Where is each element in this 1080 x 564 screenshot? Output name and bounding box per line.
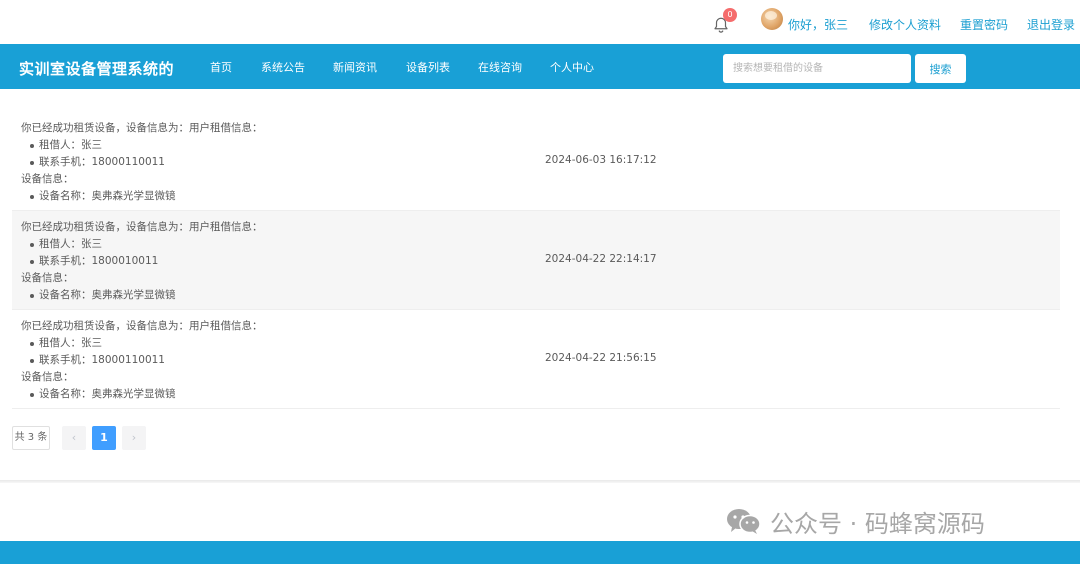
next-page-button[interactable]: ›	[122, 426, 146, 450]
user-greeting: 你好，张三	[788, 18, 849, 32]
rental-record-list: 你已经成功租赁设备，设备信息为：用户租借信息： 租借人：张三 联系手机：1800…	[12, 112, 1060, 409]
record-time: 2024-04-22 21:56:15	[545, 352, 657, 364]
top-user-bar: 0 你好，张三 修改个人资料 重置密码 退出登录	[0, 0, 1080, 44]
watermark-text: 公众号 · 码蜂窝源码	[770, 509, 985, 538]
record-device-name: 设备名称：奥弗森光学显微镜	[21, 188, 1051, 205]
record-borrower: 租借人：张三	[21, 236, 1051, 253]
nav-online-consult[interactable]: 在线咨询	[478, 59, 522, 75]
record-borrower: 租借人：张三	[21, 137, 1051, 154]
footer-bar	[0, 541, 1080, 564]
list-item: 你已经成功租赁设备，设备信息为：用户租借信息： 租借人：张三 联系手机：1800…	[12, 310, 1060, 409]
record-time: 2024-06-03 16:17:12	[545, 154, 657, 166]
list-item: 你已经成功租赁设备，设备信息为：用户租借信息： 租借人：张三 联系手机：1800…	[12, 112, 1060, 211]
nav-personal-center[interactable]: 个人中心	[550, 59, 594, 75]
main-navbar: 实训室设备管理系统的 首页 系统公告 新闻资讯 设备列表 在线咨询 个人中心 搜…	[0, 44, 1080, 89]
record-device-header: 设备信息：	[21, 371, 74, 383]
record-phone: 联系手机：18000110011	[21, 352, 1051, 369]
wechat-icon	[727, 509, 761, 534]
pagination-total: 共 3 条	[12, 426, 50, 450]
record-device-name: 设备名称：奥弗森光学显微镜	[21, 287, 1051, 304]
prev-page-button[interactable]: ‹	[62, 426, 86, 450]
record-phone: 联系手机：1800010011	[21, 253, 1051, 270]
avatar[interactable]	[761, 8, 783, 30]
record-borrower: 租借人：张三	[21, 335, 1051, 352]
record-device-header: 设备信息：	[21, 173, 74, 185]
logout-link[interactable]: 退出登录	[1027, 16, 1075, 33]
search-button[interactable]: 搜索	[915, 54, 966, 83]
edit-profile-link[interactable]: 修改个人资料	[869, 16, 941, 33]
record-phone: 联系手机：18000110011	[21, 154, 1051, 171]
record-headline: 你已经成功租赁设备，设备信息为：用户租借信息：	[21, 320, 263, 332]
page-1-button[interactable]: 1	[92, 426, 116, 450]
content-divider	[0, 480, 1080, 483]
record-headline: 你已经成功租赁设备，设备信息为：用户租借信息：	[21, 122, 263, 134]
record-time: 2024-04-22 22:14:17	[545, 253, 657, 265]
nav-news[interactable]: 新闻资讯	[333, 59, 377, 75]
notification-badge: 0	[723, 8, 737, 22]
reset-password-link[interactable]: 重置密码	[960, 16, 1008, 33]
nav-device-list[interactable]: 设备列表	[406, 59, 450, 75]
record-device-name: 设备名称：奥弗森光学显微镜	[21, 386, 1051, 403]
search-input[interactable]	[723, 54, 911, 83]
record-headline: 你已经成功租赁设备，设备信息为：用户租借信息：	[21, 221, 263, 233]
nav-home[interactable]: 首页	[210, 59, 232, 75]
watermark: 公众号 · 码蜂窝源码	[726, 505, 985, 538]
notification-button[interactable]: 0	[712, 8, 737, 34]
site-brand[interactable]: 实训室设备管理系统的	[19, 58, 174, 79]
nav-announcements[interactable]: 系统公告	[261, 59, 305, 75]
list-item: 你已经成功租赁设备，设备信息为：用户租借信息： 租借人：张三 联系手机：1800…	[12, 211, 1060, 310]
record-device-header: 设备信息：	[21, 272, 74, 284]
